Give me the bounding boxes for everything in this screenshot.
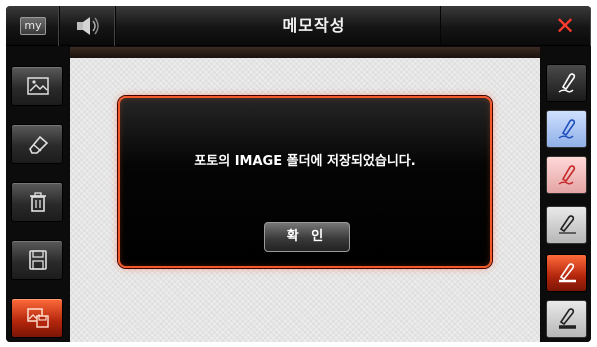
- dialog-message: 포토의 IMAGE 폴더에 저장되었습니다.: [194, 154, 416, 169]
- left-toolbar: [6, 46, 68, 342]
- pen-thin-button[interactable]: [546, 206, 587, 244]
- save-icon: [29, 250, 47, 270]
- close-icon[interactable]: ✕: [553, 14, 577, 38]
- trash-icon: [30, 192, 46, 212]
- pen-red-button[interactable]: [546, 156, 587, 194]
- pen-blue-button[interactable]: [546, 110, 587, 148]
- title-bar: my 메모작성 ✕: [6, 6, 591, 46]
- pen-white-button[interactable]: [546, 64, 587, 102]
- pen-thick-icon: [559, 308, 576, 329]
- delete-button[interactable]: [11, 182, 63, 222]
- insert-image-button[interactable]: [11, 66, 63, 106]
- eraser-button[interactable]: [11, 124, 63, 164]
- pen-medium-icon: [559, 263, 576, 283]
- pen-red-icon: [558, 165, 576, 185]
- save-confirmation-dialog: 포토의 IMAGE 폴더에 저장되었습니다. 확 인: [118, 96, 492, 268]
- pen-thick-button[interactable]: [546, 300, 587, 338]
- pen-blue-icon: [558, 119, 576, 139]
- pen-medium-button[interactable]: [546, 254, 587, 292]
- speaker-icon[interactable]: [74, 15, 100, 37]
- image-icon: [27, 77, 49, 95]
- save-image-button[interactable]: [11, 298, 63, 338]
- save-button[interactable]: [11, 240, 63, 280]
- page-title: 메모작성: [282, 16, 346, 35]
- my-button[interactable]: my: [20, 17, 46, 35]
- save-image-icon: [27, 308, 49, 328]
- eraser-icon: [29, 135, 49, 154]
- app-window: my 메모작성 ✕ 포토의 IMAGE 폴더에 저장되었습니다. 확 인: [6, 6, 591, 342]
- right-toolbar: [542, 46, 591, 342]
- pen-white-icon: [558, 73, 576, 93]
- confirm-button[interactable]: 확 인: [264, 222, 350, 252]
- pen-thin-icon: [559, 215, 576, 234]
